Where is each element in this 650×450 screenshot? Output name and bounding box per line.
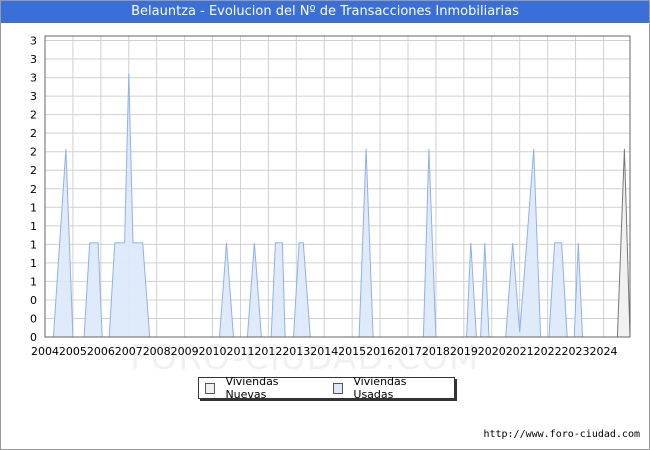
y-tick-label: 3 <box>30 90 37 103</box>
legend-label-nuevas: Viviendas Nuevas <box>225 375 279 401</box>
y-tick-label: 1 <box>30 257 37 270</box>
y-tick-label: 0 <box>30 331 37 344</box>
x-tick-label: 2023 <box>562 345 590 358</box>
y-tick-label: 3 <box>30 72 37 85</box>
x-tick-label: 2024 <box>589 345 617 358</box>
x-tick-label: 2004 <box>31 345 59 358</box>
x-tick-label: 2020 <box>478 345 506 358</box>
x-tick-label: 2005 <box>59 345 87 358</box>
legend-item-usadas: Viviendas Usadas <box>332 375 444 401</box>
y-tick-label: 0 <box>30 312 37 325</box>
legend-swatch-nuevas <box>205 382 216 394</box>
x-tick-label: 2021 <box>506 345 534 358</box>
y-tick-label: 2 <box>30 183 37 196</box>
y-tick-label: 1 <box>30 238 37 251</box>
y-tick-label: 2 <box>30 146 37 159</box>
y-tick-label: 3 <box>30 53 37 66</box>
y-tick-label: 2 <box>30 109 37 122</box>
legend-swatch-usadas <box>332 382 344 394</box>
y-tick-label: 1 <box>30 201 37 214</box>
x-tick-label: 2006 <box>87 345 115 358</box>
source-url[interactable]: http://www.foro-ciudad.com <box>483 429 640 440</box>
y-tick-label: 0 <box>30 294 37 307</box>
y-tick-label: 3 <box>30 35 37 48</box>
y-tick-label: 1 <box>30 275 37 288</box>
y-tick-label: 1 <box>30 220 37 233</box>
y-tick-label: 2 <box>30 127 37 140</box>
legend-item-nuevas: Viviendas Nuevas <box>205 375 317 401</box>
y-tick-label: 2 <box>30 164 37 177</box>
legend-label-usadas: Viviendas Usadas <box>353 375 407 401</box>
legend: Viviendas Nuevas Viviendas Usadas <box>198 375 455 401</box>
x-tick-label: 2022 <box>534 345 562 358</box>
watermark: FORO-CIUDAD.COM <box>130 338 480 378</box>
